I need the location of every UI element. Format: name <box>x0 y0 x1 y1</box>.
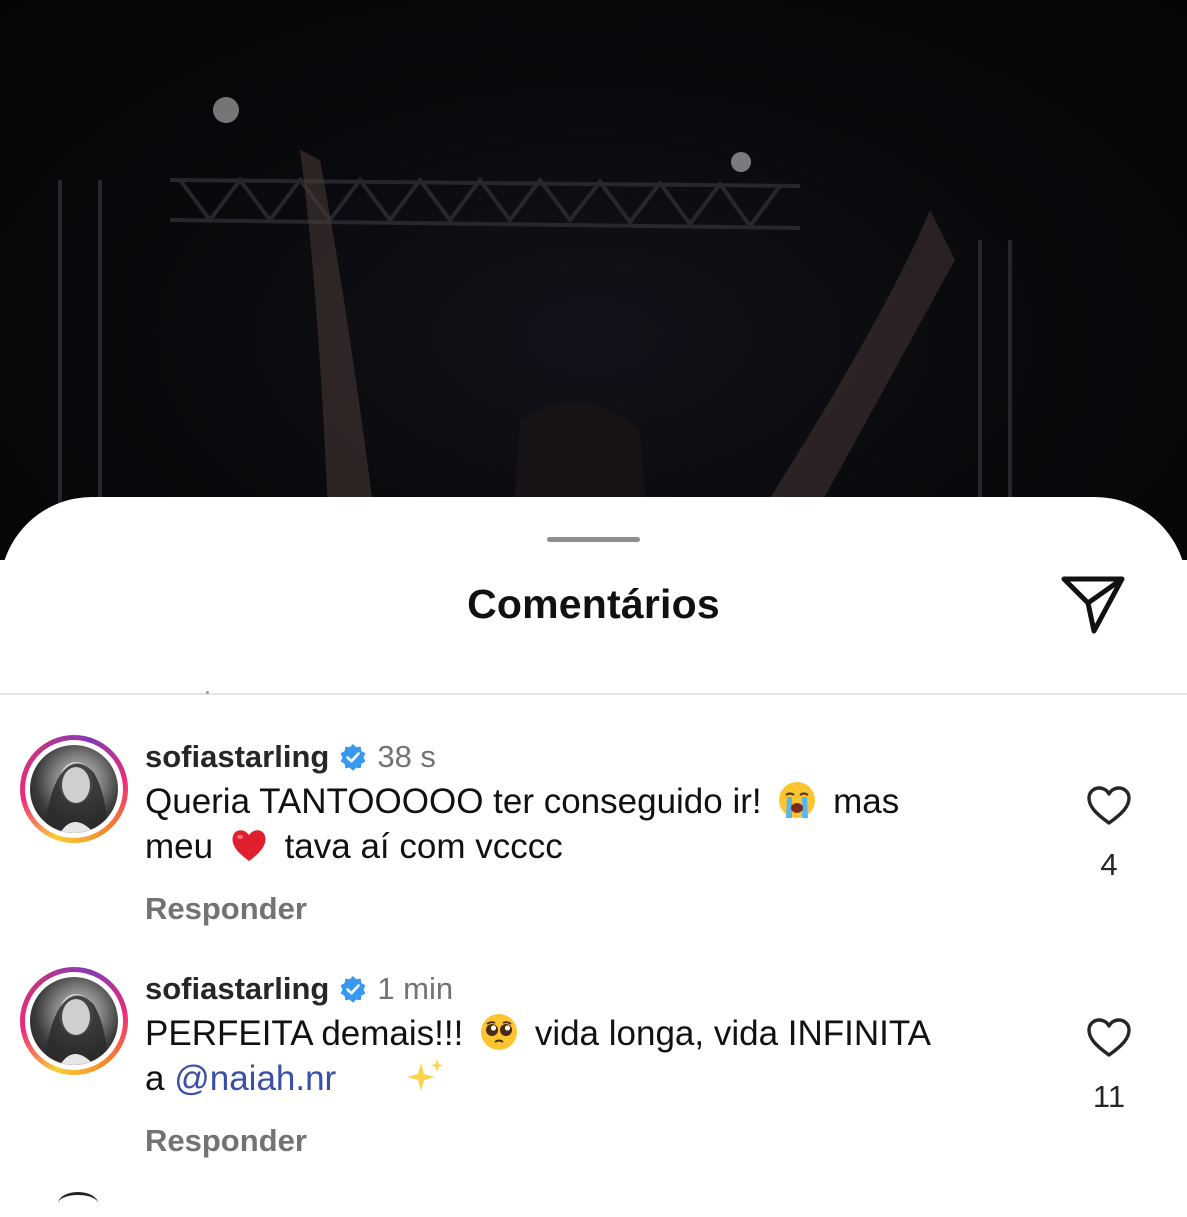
share-button[interactable] <box>1060 573 1128 637</box>
sparkles-emoji-icon <box>406 1059 443 1091</box>
mention-link[interactable]: @naiah.nr <box>174 1059 336 1098</box>
comment-text: PERFEITA demais!!! vida longa, vida INFI… <box>145 1011 1045 1101</box>
sheet-grabber[interactable] <box>547 537 640 542</box>
like-count: 11 <box>1092 1079 1126 1114</box>
comment-text-segment: PERFEITA demais!!! <box>145 1014 464 1053</box>
comment-text-segment: meu <box>145 827 214 866</box>
comment-text: Queria TANTOOOOO ter conseguido ir! mas … <box>145 779 1045 869</box>
verified-badge-icon <box>340 976 366 1003</box>
paper-plane-icon <box>1061 576 1125 634</box>
loudly-crying-face-emoji-icon <box>779 782 816 818</box>
heart-outline-icon[interactable] <box>1086 1017 1132 1059</box>
verified-badge-icon <box>340 744 366 771</box>
comment-text-segment: Queria TANTOOOOO ter conseguido ir! <box>145 782 762 821</box>
comment-timestamp: 38 s <box>377 739 436 774</box>
header-divider <box>0 693 1187 695</box>
comment-text-segment: vida longa, vida INFINITA <box>534 1014 931 1053</box>
next-comment-avatar-peek <box>58 1192 98 1215</box>
avatar <box>30 977 118 1065</box>
like-control: 4 <box>1080 785 1138 883</box>
username[interactable]: sofiastarling <box>145 971 329 1007</box>
post-background-image <box>0 0 1187 560</box>
comments-sheet: Comentários sofiastarling 38 s Queria TA… <box>0 497 1187 1217</box>
scroll-indicator-dot <box>206 691 209 694</box>
reply-button[interactable]: Responder <box>145 1123 307 1159</box>
heart-outline-icon[interactable] <box>1086 785 1132 827</box>
comment-meta: sofiastarling 1 min <box>145 969 453 1009</box>
avatar <box>30 745 118 833</box>
like-control: 11 <box>1080 1017 1138 1115</box>
like-count: 4 <box>1100 847 1118 882</box>
reply-button[interactable]: Responder <box>145 891 307 927</box>
pleading-face-emoji-icon <box>481 1014 518 1050</box>
comment-text-segment: a <box>145 1059 165 1098</box>
comment-timestamp: 1 min <box>377 971 454 1006</box>
avatar-story-ring[interactable] <box>20 735 128 843</box>
sheet-title: Comentários <box>467 581 720 627</box>
comment-text-segment: mas <box>833 782 900 821</box>
comment-meta: sofiastarling 38 s <box>145 737 436 777</box>
username[interactable]: sofiastarling <box>145 739 329 775</box>
red-heart-emoji-icon <box>232 830 266 861</box>
avatar-story-ring[interactable] <box>20 967 128 1075</box>
comment-text-segment: tava aí com vcccc <box>284 827 563 866</box>
